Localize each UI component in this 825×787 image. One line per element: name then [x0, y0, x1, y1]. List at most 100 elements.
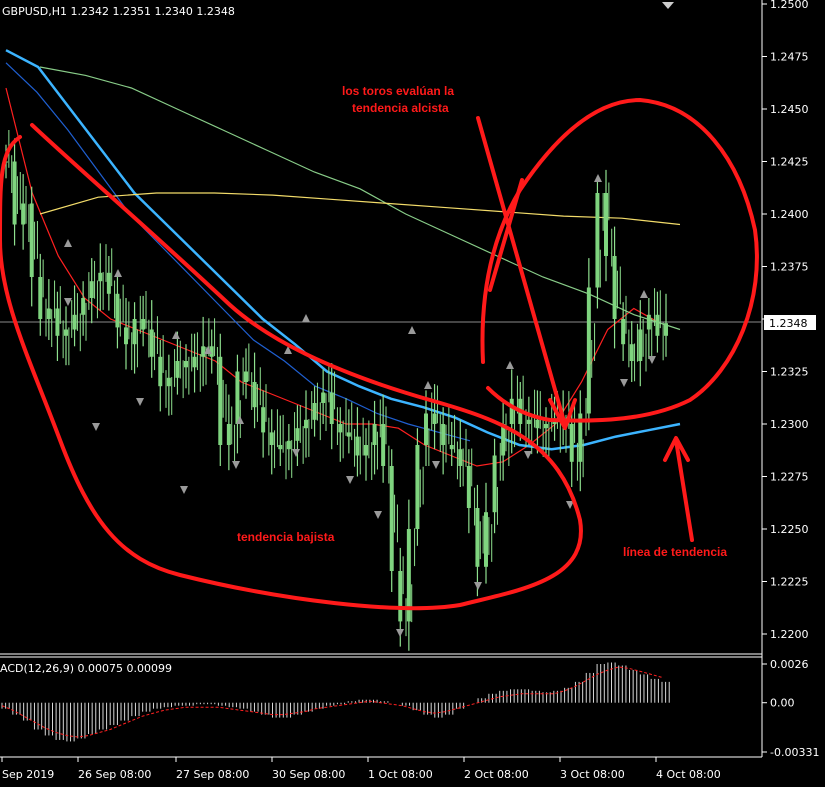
time-tick-label: Sep 2019	[2, 768, 54, 781]
time-tick-label: 2 Oct 08:00	[464, 768, 529, 781]
candle-body	[638, 329, 643, 361]
price-tick-label: 1.2450	[770, 103, 809, 116]
time-tick-label: 26 Sep 08:00	[78, 768, 151, 781]
price-tick-label: 1.2200	[770, 628, 809, 641]
candle-body	[595, 193, 600, 288]
annotation-bulls-line2: tendencia alcista	[352, 101, 449, 115]
candle-body	[46, 308, 51, 319]
candle-body	[295, 428, 300, 441]
annotation-bulls-line1: los toros evalúan la	[342, 84, 454, 98]
time-tick-label: 4 Oct 08:00	[656, 768, 721, 781]
candle-body	[278, 445, 283, 450]
candle-body	[29, 203, 34, 277]
candle-body	[304, 419, 308, 429]
candle-body	[655, 314, 660, 336]
candle-body	[106, 272, 111, 294]
candle-body	[269, 432, 274, 445]
price-tick-label: 1.2300	[770, 418, 809, 431]
candle-body	[389, 466, 394, 571]
time-tick-label: 1 Oct 08:00	[368, 768, 433, 781]
candle-body	[184, 361, 188, 368]
candle-body	[441, 424, 446, 445]
last-price-label: 1.2348	[769, 317, 808, 330]
price-tick-label: 1.2425	[770, 156, 809, 169]
macd-header: ACD(12,26,9) 0.00075 0.00099	[0, 662, 172, 675]
time-tick-label: 27 Sep 08:00	[176, 768, 249, 781]
candle-body	[329, 392, 334, 424]
candle-body	[586, 287, 591, 414]
price-tick-label: 1.2500	[770, 0, 809, 11]
candle-body	[501, 424, 506, 456]
symbol-header: GBPUSD,H1 1.2342 1.2351 1.2340 1.2348	[2, 5, 235, 18]
candle-body	[604, 193, 608, 256]
candle-body	[55, 308, 60, 336]
candle-body	[544, 424, 548, 429]
time-tick-label: 30 Sep 08:00	[272, 768, 345, 781]
candle-body	[612, 256, 617, 319]
candle-body	[321, 392, 326, 403]
candle-body	[244, 371, 248, 382]
candle-body	[132, 319, 137, 345]
time-tick-label: 3 Oct 08:00	[560, 768, 625, 781]
annotation-downtrend: tendencia bajista	[237, 530, 335, 544]
candle-body	[81, 298, 86, 315]
price-tick-label: 1.2275	[770, 471, 809, 484]
candle-body	[89, 281, 94, 298]
candle-body	[64, 329, 68, 336]
candle-body	[398, 571, 403, 622]
candle-body	[149, 329, 154, 357]
candle-body	[261, 407, 266, 433]
candle-body	[424, 413, 428, 445]
candle-body	[381, 424, 386, 466]
price-tick-label: 1.2250	[770, 523, 809, 536]
candle-body	[141, 319, 146, 330]
candle-body	[621, 319, 626, 345]
candle-body	[175, 361, 180, 378]
candle-body	[218, 356, 223, 445]
candle-body	[492, 455, 497, 513]
candle-body	[364, 445, 368, 456]
candle-body	[432, 413, 437, 424]
candle-body	[629, 344, 634, 361]
candle-body	[509, 398, 514, 424]
candle-body	[286, 440, 291, 450]
candle-body	[458, 449, 463, 466]
macd-tick-label: 0.0026	[770, 658, 809, 671]
candle-body	[158, 356, 163, 387]
candle-body	[115, 293, 120, 328]
candle-body	[226, 424, 231, 445]
candle-body	[38, 277, 43, 319]
candle-body	[346, 432, 351, 437]
candle-body	[372, 424, 377, 445]
candle-body	[312, 403, 317, 420]
candle-body	[526, 419, 531, 424]
candle-body	[484, 512, 488, 567]
candle-body	[235, 371, 240, 424]
candle-body	[124, 327, 128, 345]
price-tick-label: 1.2475	[770, 51, 809, 64]
candle-body	[72, 314, 77, 330]
candle-body	[355, 436, 360, 456]
candle-body	[21, 203, 26, 225]
candle-body	[449, 445, 454, 450]
candle-body	[201, 346, 206, 357]
candle-body	[664, 323, 668, 336]
candle-body	[415, 445, 420, 529]
price-tick-label: 1.2225	[770, 576, 809, 589]
candle-body	[466, 466, 471, 508]
chart-root: 1.2500 1.2475 1.2450 1.2425 1.2400 1.2375 1.23…	[0, 0, 825, 787]
annotation-trendline: línea de tendencia	[623, 545, 727, 559]
candle-body	[98, 272, 103, 282]
price-tick-label: 1.2325	[770, 366, 809, 379]
macd-tick-label: 0.00	[770, 697, 795, 710]
candle-body	[535, 419, 540, 429]
candle-body	[338, 424, 343, 433]
candle-body	[12, 161, 17, 225]
candle-body	[475, 508, 480, 567]
candle-body	[166, 377, 171, 387]
candle-body	[569, 424, 574, 462]
candle-body	[646, 314, 651, 330]
macd-tick-label: -0.00331	[770, 746, 819, 759]
price-tick-label: 1.2400	[770, 208, 809, 221]
price-tick-label: 1.2375	[770, 261, 809, 274]
